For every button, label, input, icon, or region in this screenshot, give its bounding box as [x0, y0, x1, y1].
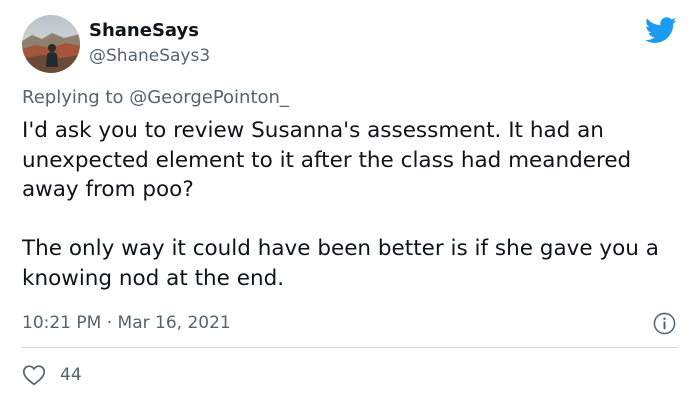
twitter-bird-icon[interactable] — [645, 17, 677, 44]
tweet-date: Mar 16, 2021 — [117, 313, 231, 333]
info-icon[interactable] — [653, 312, 676, 335]
divider — [22, 347, 678, 348]
meta-separator: · — [101, 313, 118, 333]
author-block: ShaneSays @ShaneSays3 — [89, 20, 210, 67]
tweet-card: ShaneSays @ShaneSays3 Replying to @Georg… — [0, 0, 700, 402]
replying-to-label: Replying to — [22, 87, 130, 108]
like-button[interactable]: 44 — [22, 364, 82, 386]
tweet-text: I'd ask you to review Susanna's assessme… — [22, 116, 687, 293]
replying-to-line: Replying to @GeorgePointon_ — [22, 86, 289, 110]
display-name[interactable]: ShaneSays — [89, 20, 210, 42]
like-count: 44 — [60, 365, 82, 385]
tweet-paragraph-1: I'd ask you to review Susanna's assessme… — [22, 118, 632, 202]
tweet-paragraph-2: The only way it could have been better i… — [22, 236, 659, 291]
heart-icon[interactable] — [22, 364, 46, 386]
user-handle[interactable]: @ShaneSays3 — [89, 45, 210, 67]
tweet-timestamp[interactable]: 10:21 PM · Mar 16, 2021 — [22, 312, 231, 334]
tweet-time: 10:21 PM — [22, 313, 102, 333]
avatar[interactable] — [22, 15, 80, 73]
reply-mention-link[interactable]: @GeorgePointon_ — [129, 87, 289, 108]
